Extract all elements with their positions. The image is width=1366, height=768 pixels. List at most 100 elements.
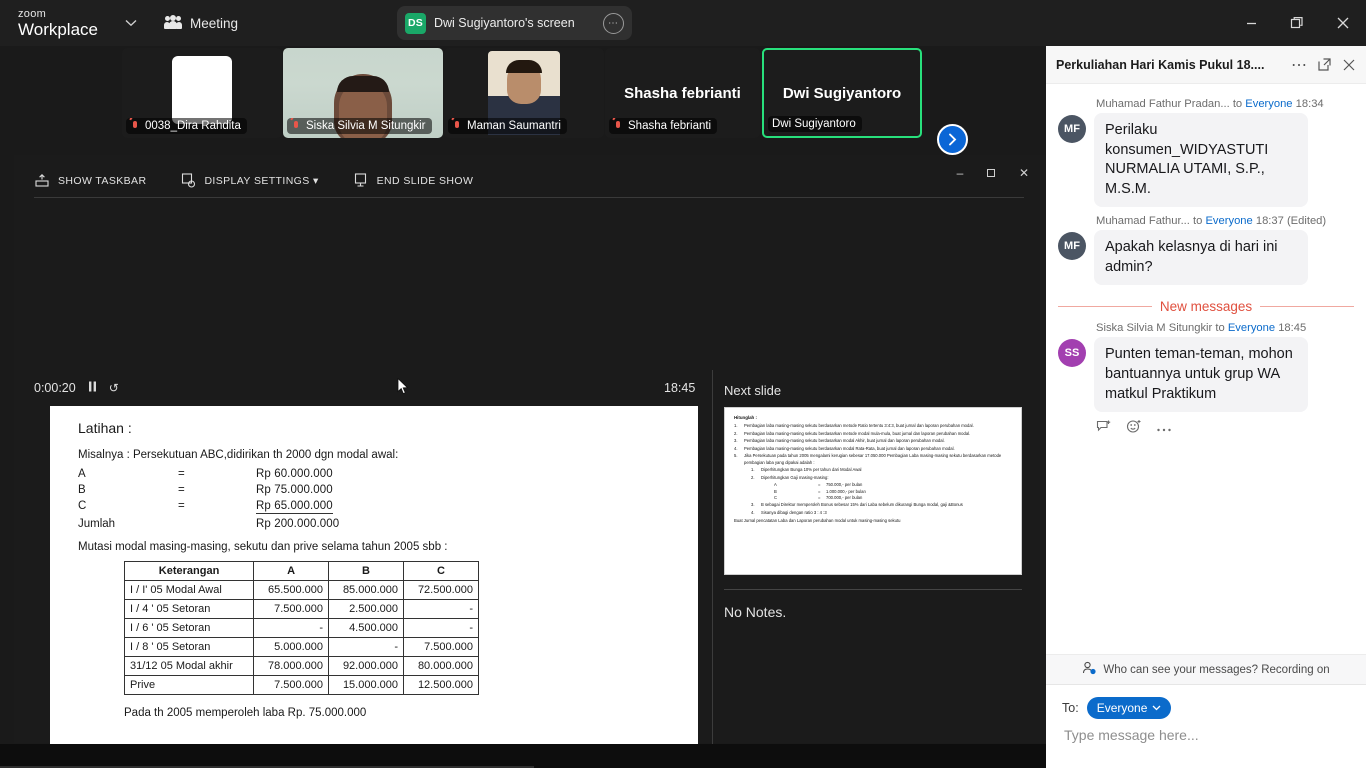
table-cell: 7.500.000	[403, 637, 479, 657]
slide-subtitle: Mutasi modal masing-masing, sekutu dan p…	[78, 541, 448, 553]
display-settings-button[interactable]: DISPLAY SETTINGS ▾	[180, 173, 318, 188]
new-messages-label: New messages	[1159, 299, 1253, 315]
message-to-prefix: to	[1193, 215, 1203, 228]
chat-title: Perkuliahan Hari Kamis Pukul 18....	[1056, 57, 1265, 72]
participant-name-chip: Dwi Sugiyantoro	[768, 116, 862, 132]
reply-icon[interactable]	[1096, 419, 1112, 439]
message-time: 18:37	[1255, 215, 1284, 228]
message-bubble: Perilaku konsumen_WIDYASTUTI NURMALIA UT…	[1094, 113, 1308, 208]
minimize-button[interactable]	[1228, 0, 1274, 46]
capital-label: Jumlah	[78, 518, 116, 530]
capital-eq: =	[178, 484, 185, 496]
window-controls	[1228, 0, 1366, 46]
table-cell: I / I' 05 Modal Awal	[123, 580, 255, 600]
next-slide-item: 3. Pembagian laba masing-masing sekutu be…	[734, 438, 945, 443]
mic-muted-icon	[452, 120, 463, 132]
participant-tile-1[interactable]: Siska Silvia M Situngkir	[283, 48, 443, 138]
participant-tile-0[interactable]: 0038_Dira Rahdita	[122, 48, 282, 138]
table-row: I / 4 ' 05 Setoran 7.500.000 2.500.000 -	[123, 599, 479, 619]
more-options-icon[interactable]: ⋯	[603, 12, 624, 34]
table-cell: -	[253, 618, 330, 638]
display-settings-label: DISPLAY SETTINGS ▾	[204, 174, 319, 187]
message-input[interactable]: Type message here...	[1046, 719, 1366, 743]
chat-panel: Perkuliahan Hari Kamis Pukul 18.... ⋯ Mu…	[1046, 46, 1366, 768]
presenter-notes: No Notes.	[724, 604, 787, 620]
current-slide[interactable]: Latihan : Misalnya : Persekutuan ABC,did…	[50, 406, 698, 768]
slide-intro: Misalnya : Persekutuan ABC,didirikan th …	[78, 449, 399, 461]
shared-screen-label: Dwi Sugiyantoro's screen	[434, 16, 575, 30]
ppt-close-button[interactable]: ✕	[1008, 161, 1040, 185]
mic-muted-icon	[130, 120, 141, 132]
participant-name-chip: Siska Silvia M Situngkir	[287, 118, 432, 134]
table-row: 31/12 05 Modal akhir 78.000.000 92.000.0…	[123, 656, 479, 676]
new-messages-divider: New messages	[1058, 299, 1355, 315]
message-meta: Muhamad Fathur... to Everyone 18:37 (Edi…	[1096, 215, 1354, 227]
next-slide-item: 2. Pembagian laba masing-masing sekutu be…	[734, 430, 971, 436]
table-header-cell: A	[253, 561, 330, 581]
next-slide-subitem: 4. Sisanya dibagi dengan ratio 3 : 4 :3	[751, 509, 827, 515]
avatar: SS	[1058, 339, 1086, 368]
participant-tile-2[interactable]: Maman Saumantri	[444, 48, 604, 138]
presentation-timer: 0:00:20 ↺	[34, 381, 119, 395]
recipient-selector[interactable]: Everyone	[1086, 697, 1172, 719]
chat-privacy-note[interactable]: Who can see your messages? Recording on	[1046, 654, 1366, 684]
end-slide-show-button[interactable]: END SLIDE SHOW	[353, 173, 474, 188]
ppt-minimize-button[interactable]: –	[944, 161, 976, 185]
chat-close-icon[interactable]	[1342, 58, 1356, 72]
next-slide-preview[interactable]: Hitunglah : 1. Pembagian laba masing-masi…	[724, 407, 1022, 575]
capital-value: Rp 60.000.000	[256, 468, 333, 480]
meeting-tab[interactable]: Meeting	[164, 15, 238, 31]
reset-timer-icon[interactable]: ↺	[109, 381, 119, 395]
avatar: DS	[405, 12, 426, 34]
table-cell: 31/12 05 Modal akhir	[123, 656, 255, 676]
filmstrip-next-button[interactable]	[937, 124, 968, 155]
participant-name: Shasha febrianti	[628, 120, 712, 132]
next-slide-item: 4. Pembagian laba masing-masing sekutu be…	[734, 445, 955, 451]
next-slide-salary-row: B = 1.000.000,- per bulan	[774, 488, 866, 494]
chevron-down-icon[interactable]	[120, 12, 142, 34]
chevron-down-icon	[1152, 705, 1161, 711]
chat-more-icon[interactable]: ⋯	[1291, 55, 1307, 75]
message-meta: Muhamad Fathur Pradan... to Everyone 18:…	[1096, 98, 1354, 110]
message-more-icon[interactable]	[1156, 420, 1172, 438]
show-taskbar-button[interactable]: SHOW TASKBAR	[34, 173, 146, 188]
pause-icon[interactable]	[88, 381, 97, 395]
next-slide-subitem: 2. Diperhitungkan Gaji masing-masing:	[751, 474, 829, 480]
avatar: MF	[1058, 115, 1086, 143]
participant-name: Maman Saumantri	[467, 120, 561, 132]
recipient-value: Everyone	[1096, 701, 1148, 715]
capital-row-b: B = Rp 75.000.000	[78, 484, 678, 496]
chat-message: Muhamad Fathur... to Everyone 18:37 (Edi…	[1058, 215, 1354, 286]
shared-screen-chip[interactable]: DS Dwi Sugiyantoro's screen ⋯	[397, 6, 632, 40]
next-slide-heading: Hitunglah :	[734, 415, 757, 420]
table-cell: -	[403, 618, 479, 638]
table-cell: 80.000.000	[403, 656, 479, 676]
message-meta: Siska Silvia M Situngkir to Everyone 18:…	[1096, 322, 1354, 334]
table-row: I / I' 05 Modal Awal 65.500.000 85.000.0…	[123, 580, 479, 600]
chat-message: Muhamad Fathur Pradan... to Everyone 18:…	[1058, 98, 1354, 208]
emoji-reaction-icon[interactable]	[1126, 419, 1142, 439]
table-cell: 7.500.000	[253, 599, 330, 619]
message-bubble: Apakah kelasnya di hari ini admin?	[1094, 230, 1308, 286]
restore-button[interactable]	[1274, 0, 1320, 46]
powerpoint-presenter-toolbar: SHOW TASKBAR DISPLAY SETTINGS ▾ END SLID…	[14, 155, 1046, 203]
chat-messages[interactable]: Muhamad Fathur Pradan... to Everyone 18:…	[1046, 84, 1366, 654]
message-to-prefix: to	[1215, 322, 1225, 335]
table-cell: I / 4 ' 05 Setoran	[123, 599, 255, 619]
table-header-cell: B	[328, 561, 404, 581]
message-time: 18:34	[1295, 98, 1324, 110]
ppt-restore-button[interactable]	[976, 161, 1008, 185]
message-bubble: Punten teman-teman, mohon bantuannya unt…	[1094, 337, 1308, 413]
notes-divider	[724, 589, 1022, 590]
title-bar: zoom Workplace Meeting DS Dwi Sugiyantor…	[0, 0, 1366, 46]
next-slide-item: 1. Pembagian laba masing-masing sekutu be…	[734, 423, 974, 428]
popout-icon[interactable]	[1317, 57, 1332, 72]
close-button[interactable]	[1320, 0, 1366, 46]
participant-tile-4-active[interactable]: Dwi Sugiyantoro Dwi Sugiyantoro	[762, 48, 922, 138]
participant-name: Dwi Sugiyantoro	[772, 118, 856, 130]
message-to-prefix: to	[1232, 98, 1243, 110]
table-cell: 92.000.000	[328, 656, 404, 676]
message-edited: (Edited)	[1286, 215, 1327, 228]
message-time: 18:45	[1278, 322, 1307, 335]
participant-tile-3[interactable]: Shasha febrianti Shasha febrianti	[605, 48, 760, 138]
